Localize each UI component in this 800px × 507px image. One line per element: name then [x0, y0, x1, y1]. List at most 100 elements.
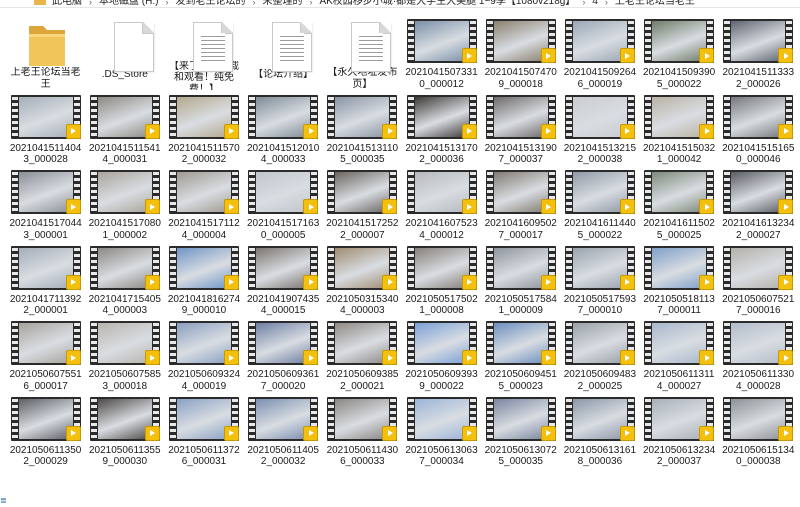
video-frame	[652, 323, 707, 363]
video-file-item[interactable]: 20210415113332_000026	[719, 14, 798, 90]
video-file-item[interactable]: 20210415114043_000028	[6, 90, 85, 165]
video-file-item[interactable]: 20210506132342_000037	[640, 392, 719, 467]
breadcrumb-segment[interactable]: AK校园移步小城·都是大学生大美腿 1~9季【1080v218g】	[319, 0, 575, 7]
video-file-item[interactable]: 20210506113726_000031	[164, 392, 243, 467]
document-file-item[interactable]: .DS_Store	[85, 14, 164, 90]
video-file-item[interactable]: 20210505175021_000008	[402, 241, 481, 316]
video-file-item[interactable]: 20210415171124_000004	[164, 165, 243, 241]
file-name-label: 20210415093905_000022	[642, 67, 716, 90]
breadcrumb-separator-icon[interactable]: ›	[582, 0, 585, 7]
breadcrumb-separator-icon[interactable]: ›	[252, 0, 255, 7]
video-file-item[interactable]: 20210506113502_000029	[6, 392, 85, 467]
video-file-item[interactable]: 20210417154054_000003	[85, 241, 164, 316]
file-name-label: 20210506093244_000019	[167, 369, 241, 392]
video-file-item[interactable]: 20210506075217_000016	[719, 241, 798, 316]
video-file-item[interactable]: 20210506075516_000017	[6, 316, 85, 392]
breadcrumb-separator-icon[interactable]: ›	[89, 0, 92, 7]
video-file-item[interactable]: 20210419074354_000015	[244, 241, 323, 316]
video-file-item[interactable]: 20210417113922_000001	[6, 241, 85, 316]
video-file-item[interactable]: 20210415132152_000038	[560, 90, 639, 165]
video-file-item[interactable]: 20210415092646_000019	[560, 14, 639, 90]
video-file-item[interactable]: 20210505175841_000009	[481, 241, 560, 316]
video-file-item[interactable]: 20210416114405_000022	[560, 165, 639, 241]
video-file-item[interactable]: 20210415115702_000032	[164, 90, 243, 165]
video-file-item[interactable]: 20210506094832_000025	[560, 316, 639, 392]
document-file-item[interactable]: 【论坛介绍】	[244, 14, 323, 90]
file-thumbnail	[167, 243, 241, 291]
video-file-item[interactable]: 20210506130725_000035	[481, 392, 560, 467]
video-file-item[interactable]: 20210415131702_000036	[402, 90, 481, 165]
video-file-item[interactable]: 20210506093617_000020	[244, 316, 323, 392]
video-file-item[interactable]: 20210416115025_000025	[640, 165, 719, 241]
breadcrumb-segment[interactable]: 未整理的	[262, 0, 302, 7]
video-file-item[interactable]: 20210416075234_000012	[402, 165, 481, 241]
file-name-label: 20210506093939_000022	[405, 369, 478, 392]
video-file-item[interactable]: 20210506093939_000022	[402, 316, 481, 392]
video-file-item[interactable]: 20210506131618_000036	[560, 392, 639, 467]
video-file-item[interactable]: 20210416095027_000017	[481, 165, 560, 241]
document-file-item[interactable]: 【永久地址发布页】	[323, 14, 402, 90]
breadcrumb-separator-icon[interactable]: ›	[165, 0, 168, 7]
video-file-item[interactable]: 20210506151340_000038	[719, 392, 798, 467]
file-name-label: 20210505175841_000009	[484, 293, 557, 316]
video-frame	[493, 398, 548, 439]
video-file-item[interactable]: 20210503153404_000003	[323, 241, 402, 316]
video-file-item[interactable]: 20210415131907_000037	[481, 90, 560, 165]
player-icon	[778, 123, 794, 139]
video-file-item[interactable]: 20210415073310_000012	[402, 14, 481, 90]
video-file-item[interactable]: 20210415120104_000033	[244, 90, 323, 165]
breadcrumb[interactable]: 此电脑 › 本地磁盘 (H:) › 发到老王论坛的 › 未整理的 › AK校园移步小城·都是大学…	[0, 0, 800, 8]
video-file-item[interactable]: 20210415151650_000046	[719, 90, 798, 165]
video-file-item[interactable]: 20210505181137_000011	[640, 241, 719, 316]
video-file-item[interactable]: 20210506113114_000027	[640, 316, 719, 392]
document-icon	[113, 22, 154, 72]
video-file-item[interactable]: 20210506114306_000033	[323, 392, 402, 467]
video-file-item[interactable]: 20210506113304_000028	[719, 316, 798, 392]
document-icon	[192, 22, 233, 72]
breadcrumb-segment[interactable]: 本地磁盘 (H:)	[99, 0, 158, 7]
folder-item[interactable]: 上老王论坛当老王	[6, 14, 85, 90]
video-frame	[176, 247, 231, 288]
video-file-item[interactable]: 20210505175937_000010	[560, 241, 639, 316]
video-file-item[interactable]: 20210415115414_000031	[85, 90, 164, 165]
breadcrumb-segment[interactable]: 上老王论坛当老王	[615, 0, 695, 7]
video-file-item[interactable]: 20210506130637_000034	[402, 392, 481, 467]
video-file-item[interactable]: 20210415170801_000002	[85, 165, 164, 241]
breadcrumb-segment[interactable]: 4	[592, 0, 598, 7]
player-icon	[223, 274, 239, 290]
video-file-item[interactable]: 20210506094515_000023	[481, 316, 560, 392]
video-frame	[414, 96, 469, 137]
breadcrumb-separator-icon[interactable]: ›	[309, 0, 312, 7]
video-file-item[interactable]: 20210506113559_000030	[85, 392, 164, 467]
video-file-item[interactable]: 20210415131105_000035	[323, 90, 402, 165]
video-file-item[interactable]: 20210418162749_000010	[164, 241, 243, 316]
video-file-item[interactable]: 20210415172522_000007	[323, 165, 402, 241]
file-name-label: 20210415170443_000001	[9, 218, 82, 241]
view-toggle-icon[interactable]: ≣	[0, 497, 8, 505]
breadcrumb-segment[interactable]: 此电脑	[52, 0, 82, 7]
video-frame	[256, 398, 311, 439]
breadcrumb-segment[interactable]: 发到老王论坛的	[175, 0, 245, 7]
video-file-item[interactable]: 20210415074709_000018	[481, 14, 560, 90]
video-frame	[652, 247, 707, 288]
file-name-label: 20210415115702_000032	[168, 142, 240, 165]
video-file-item[interactable]: 20210506075853_000018	[85, 316, 164, 392]
video-file-item[interactable]: 20210415150321_000042	[640, 90, 719, 165]
file-thumbnail	[325, 394, 399, 442]
video-frame	[18, 323, 73, 363]
video-file-item[interactable]: 20210415171630_000005	[244, 165, 323, 241]
player-icon	[619, 274, 635, 290]
file-thumbnail	[246, 243, 320, 291]
video-file-item[interactable]: 20210506093244_000019	[164, 316, 243, 392]
file-name-label: 20210415171124_000004	[168, 218, 240, 241]
file-thumbnail	[563, 394, 637, 442]
breadcrumb-separator-icon[interactable]: ›	[605, 0, 608, 7]
video-file-item[interactable]: 20210415170443_000001	[6, 165, 85, 241]
video-file-item[interactable]: 20210506114052_000032	[244, 392, 323, 467]
video-file-item[interactable]: 20210415093905_000022	[640, 14, 719, 90]
folder-icon	[28, 26, 65, 66]
document-file-item[interactable]: 【来了就能下载和观看！纯免费！】	[164, 14, 243, 90]
video-file-item[interactable]: 20210416132342_000027	[719, 165, 798, 241]
file-name-label: 20210415073310_000012	[405, 67, 478, 90]
video-file-item[interactable]: 20210506093852_000021	[323, 316, 402, 392]
